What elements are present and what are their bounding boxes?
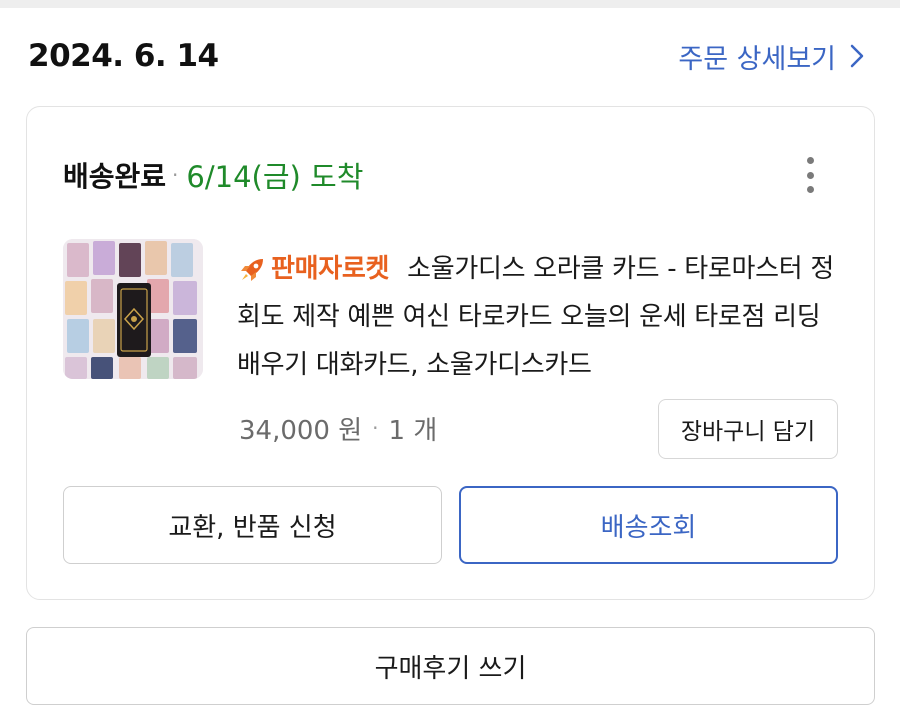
add-to-cart-button[interactable]: 장바구니 담기 xyxy=(658,399,838,459)
order-header: 2024. 6. 14 주문 상세보기 xyxy=(28,34,864,78)
shipment-status: 배송완료 xyxy=(63,160,167,193)
status-separator: · xyxy=(172,163,179,187)
product-thumbnail[interactable] xyxy=(63,239,203,379)
rocket-badge-label: 판매자로켓 xyxy=(271,254,390,284)
top-divider xyxy=(0,0,900,8)
write-review-button[interactable]: 구매후기 쓰기 xyxy=(26,627,875,705)
order-detail-link[interactable]: 주문 상세보기 xyxy=(678,37,864,76)
product-quantity: 1 개 xyxy=(388,415,438,446)
order-detail-label: 주문 상세보기 xyxy=(678,43,836,75)
price-separator: · xyxy=(372,416,379,440)
seller-rocket-badge: 판매자로켓 xyxy=(237,245,389,293)
order-date: 2024. 6. 14 xyxy=(28,38,219,74)
chevron-right-icon xyxy=(850,44,864,68)
exchange-return-button[interactable]: 교환, 반품 신청 xyxy=(63,486,442,564)
price-row: 34,000 원 · 1 개 xyxy=(239,409,437,447)
shipment-status-row: 배송완료 · 6/14(금) 도착 xyxy=(63,155,363,195)
track-delivery-button[interactable]: 배송조회 xyxy=(459,486,838,564)
order-card: 배송완료 · 6/14(금) 도착 판매자로켓 소울가디스 오라클 카드 - 타… xyxy=(26,106,875,600)
product-title-block[interactable]: 판매자로켓 소울가디스 오라클 카드 - 타로마스터 정회도 제작 예쁜 여신 … xyxy=(237,245,847,389)
more-vertical-icon[interactable] xyxy=(798,153,822,197)
product-price: 34,000 원 xyxy=(239,415,363,446)
rocket-icon xyxy=(237,245,267,293)
arrival-date: 6/14(금) 도착 xyxy=(186,160,364,194)
